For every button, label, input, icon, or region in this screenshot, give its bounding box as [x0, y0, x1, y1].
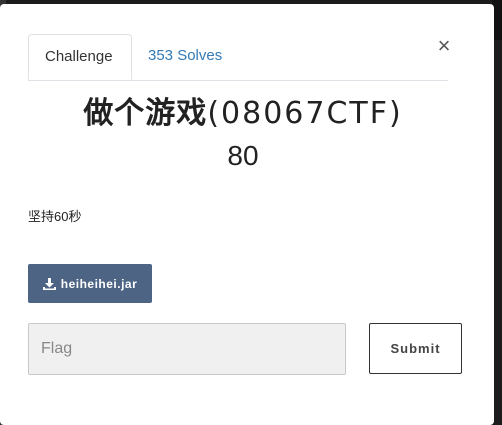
challenge-description: 坚持60秒	[28, 209, 82, 224]
challenge-title-cjk: 做个游戏	[83, 97, 208, 130]
file-download-button[interactable]: heiheihei.jar	[28, 264, 152, 303]
download-icon	[42, 277, 56, 290]
tab-challenge[interactable]: Challenge	[28, 34, 132, 80]
challenge-title: 做个游戏(08067CTF)	[0, 88, 486, 132]
flag-input[interactable]	[28, 323, 346, 375]
close-button[interactable]: ×	[434, 34, 454, 58]
challenge-modal: Challenge 353 Solves × 做个游戏(08067CTF) 80…	[0, 4, 494, 425]
challenge-title-tag: (08067CTF)	[207, 96, 403, 131]
submit-button[interactable]: Submit	[369, 323, 462, 374]
challenge-points: 80	[227, 140, 259, 171]
modal-tabs: Challenge 353 Solves	[28, 34, 448, 81]
file-name: heiheihei.jar	[60, 276, 138, 291]
tab-solves[interactable]: 353 Solves	[132, 34, 238, 79]
